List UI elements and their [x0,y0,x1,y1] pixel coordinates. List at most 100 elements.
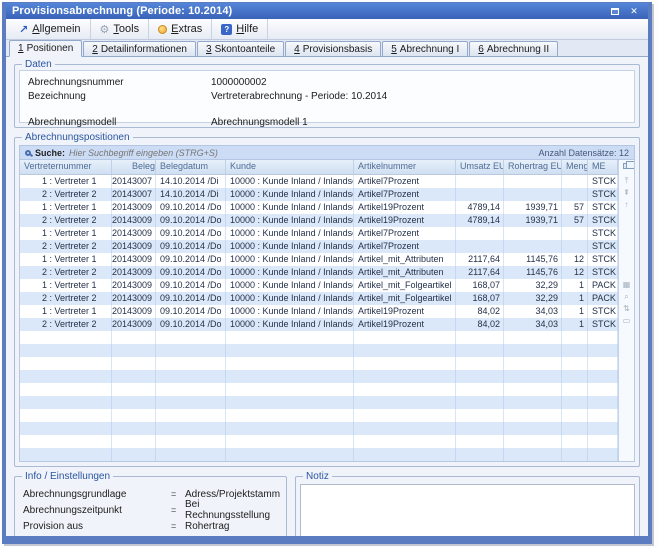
col-beleg[interactable]: Beleg [112,160,156,174]
cell-belegdatum: 09.10.2014 /Do [156,305,226,318]
cell-beleg: 20143009 [112,214,156,227]
cell-artikelnummer [354,370,456,383]
edit-icon[interactable]: ▭ [623,315,631,327]
table-row[interactable]: 1 : Vertreter 1 20143007 14.10.2014 /Di … [20,175,618,188]
copy-pages-icon[interactable] [623,163,631,169]
table-row[interactable] [20,357,618,370]
field-abrechnungsnummer: Abrechnungsnummer 1000000002 [28,75,626,89]
cell-belegdatum [156,357,226,370]
restore-button[interactable] [607,5,623,18]
table-row[interactable]: 2 : Vertreter 2 20143007 14.10.2014 /Di … [20,188,618,201]
table-row[interactable]: 1 : Vertreter 1 20143009 09.10.2014 /Do … [20,305,618,318]
tab-skontoanteile[interactable]: 3Skontoanteile [197,41,284,56]
table-row[interactable] [20,331,618,344]
cell-menge [562,370,588,383]
cell-me: STCK [588,201,618,214]
columns-icon[interactable]: ▦ [623,279,631,291]
cell-menge [562,188,588,201]
cell-menge [562,227,588,240]
table-row[interactable] [20,409,618,422]
tab-abrechnung-2[interactable]: 6Abrechnung II [469,41,558,56]
tab-detailinformationen[interactable]: 2Detailinformationen [83,41,196,56]
desktop: Provisionsabrechnung (Periode: 10.2014) … [0,0,658,548]
col-vertreternummer[interactable]: Vertreternummer [20,160,112,174]
tab-positionen[interactable]: 1Positionen [9,40,82,57]
menu-extras[interactable]: Extras [149,19,212,39]
cell-beleg: 20143009 [112,201,156,214]
cell-vertreternummer: 1 : Vertreter 1 [20,175,112,188]
cell-me [588,435,618,448]
table-row[interactable]: 1 : Vertreter 1 20143009 09.10.2014 /Do … [20,227,618,240]
table-row[interactable] [20,383,618,396]
table-row[interactable]: 2 : Vertreter 2 20143009 09.10.2014 /Do … [20,292,618,305]
positionen-legend: Abrechnungspositionen [22,132,133,143]
table-row[interactable]: 2 : Vertreter 2 20143009 09.10.2014 /Do … [20,318,618,331]
cell-beleg: 20143009 [112,227,156,240]
table-row[interactable]: 1 : Vertreter 1 20143009 09.10.2014 /Do … [20,279,618,292]
cell-rohertrag [504,175,562,188]
col-belegdatum[interactable]: Belegdatum [156,160,226,174]
table-row[interactable]: 2 : Vertreter 2 20143009 09.10.2014 /Do … [20,240,618,253]
table-row[interactable] [20,422,618,435]
table-row[interactable] [20,396,618,409]
cell-kunde: 10000 : Kunde Inland / Inlandsort [226,253,354,266]
cell-umsatz [456,383,504,396]
grid-side-toolbar: ⤒ ⇞ ↑ ▦ ⌕ ⇅ ▭ [618,160,634,461]
cell-belegdatum [156,396,226,409]
table-row[interactable]: 1 : Vertreter 1 20143009 09.10.2014 /Do … [20,253,618,266]
table-row[interactable]: 2 : Vertreter 2 20143009 09.10.2014 /Do … [20,214,618,227]
cell-umsatz [456,331,504,344]
cell-beleg [112,357,156,370]
tab-provisionsbasis[interactable]: 4Provisionsbasis [285,41,381,56]
notiz-legend: Notiz [303,471,332,482]
cell-vertreternummer [20,396,112,409]
table-row[interactable] [20,344,618,357]
cell-beleg [112,331,156,344]
menu-tools[interactable]: ⚙ Tools [91,19,150,39]
notiz-textarea[interactable] [300,484,635,536]
cell-belegdatum: 09.10.2014 /Do [156,214,226,227]
col-rohertrag[interactable]: Rohertrag EUR [504,160,562,174]
table-row[interactable]: 2 : Vertreter 2 20143009 09.10.2014 /Do … [20,266,618,279]
cell-menge: 1 [562,305,588,318]
scroll-top-icon[interactable]: ⤒ [625,175,629,187]
cell-artikelnummer: Artikel7Prozent [354,175,456,188]
help-icon: ? [221,24,232,35]
cell-artikelnummer: Artikel_mit_Attributen [354,253,456,266]
menu-tools-label: Tools [113,23,139,35]
cell-rohertrag: 1145,76 [504,266,562,279]
cell-artikelnummer [354,396,456,409]
table-row[interactable] [20,448,618,461]
table-row[interactable] [20,435,618,448]
search-icon [25,150,31,156]
col-kunde[interactable]: Kunde [226,160,354,174]
cell-kunde: 10000 : Kunde Inland / Inlandsort [226,279,354,292]
cell-artikelnummer [354,409,456,422]
cell-umsatz: 2117,64 [456,266,504,279]
zoom-icon[interactable]: ⌕ [624,291,628,303]
menu-hilfe[interactable]: ? Hilfe [212,19,268,39]
tab-strip: 1Positionen 2Detailinformationen 3Skonto… [6,40,648,57]
field-bezeichnung: Bezeichnung Vertreterabrechnung - Period… [28,89,626,103]
col-menge[interactable]: Menge [562,160,588,174]
sort-icon[interactable]: ⇅ [623,303,630,315]
cell-umsatz [456,240,504,253]
scroll-up-icon[interactable]: ↑ [625,199,629,211]
menu-allgemein[interactable]: ↗ Allgemein [10,19,91,39]
col-artikelnummer[interactable]: Artikelnummer [354,160,456,174]
cell-belegdatum [156,331,226,344]
title-bar: Provisionsabrechnung (Periode: 10.2014) … [6,3,648,19]
col-me[interactable]: ME [588,160,618,174]
cell-kunde: 10000 : Kunde Inland / Inlandsort [226,214,354,227]
tab-abrechnung-1[interactable]: 5Abrechnung I [382,41,468,56]
window-title: Provisionsabrechnung (Periode: 10.2014) [12,5,604,17]
cell-kunde [226,422,354,435]
close-button[interactable]: ✕ [626,5,642,18]
search-input[interactable] [69,148,534,158]
col-umsatz[interactable]: Umsatz EUR [456,160,504,174]
scroll-page-up-icon[interactable]: ⇞ [623,187,630,199]
cell-umsatz [456,396,504,409]
cell-rohertrag [504,422,562,435]
table-row[interactable] [20,370,618,383]
table-row[interactable]: 1 : Vertreter 1 20143009 09.10.2014 /Do … [20,201,618,214]
